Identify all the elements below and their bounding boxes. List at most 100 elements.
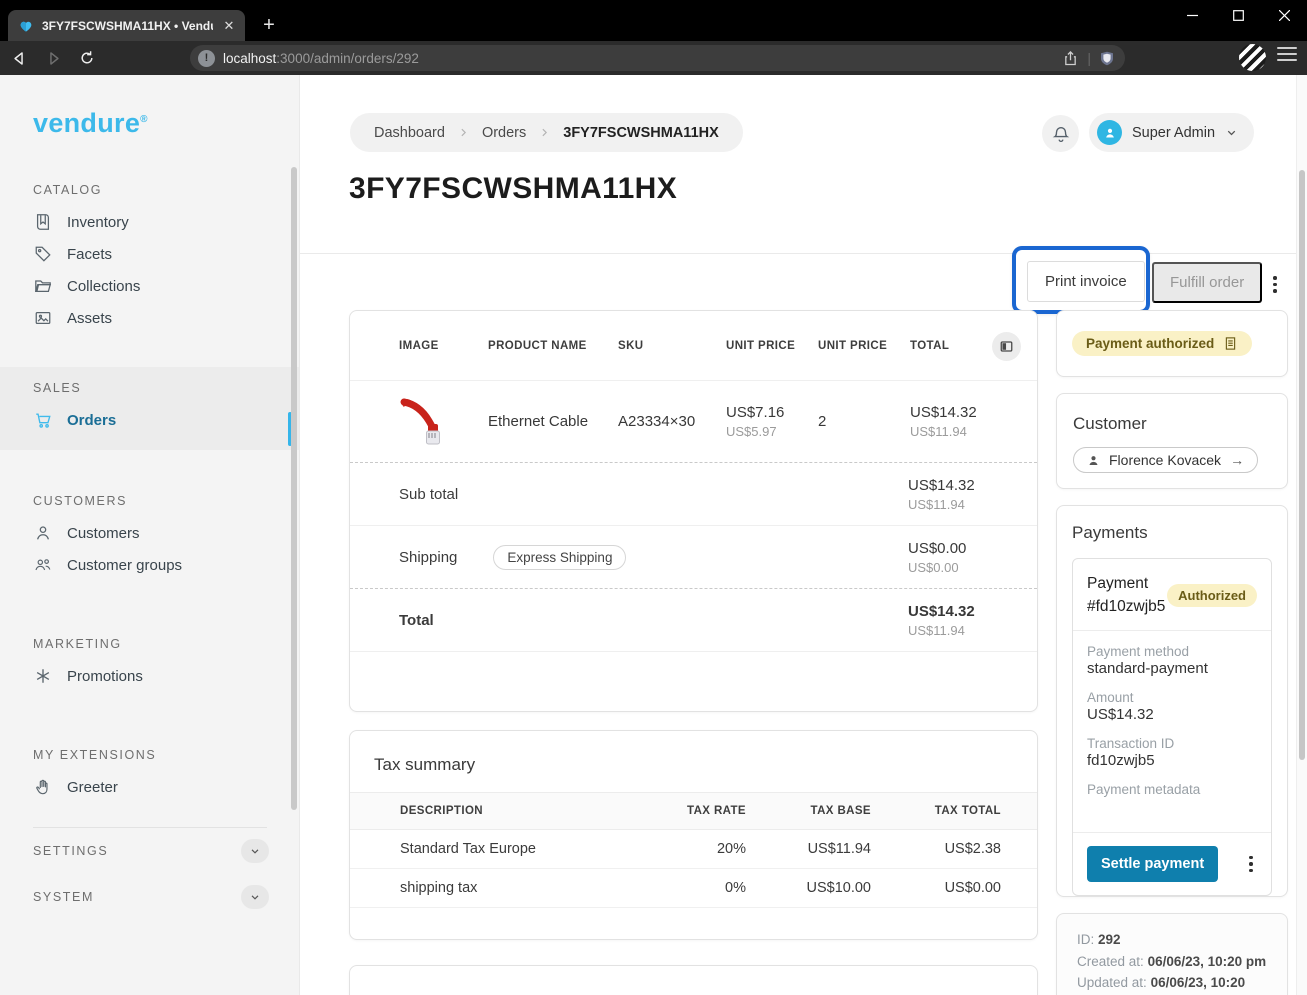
col-header-tax-total: TAX TOTAL	[871, 805, 1001, 817]
subtotal-row: Sub total US$14.32 US$11.94	[350, 463, 1037, 526]
breadcrumb-dashboard[interactable]: Dashboard	[374, 125, 445, 141]
reload-button[interactable]	[72, 44, 102, 72]
payments-card: Payments Payment #fd10zwjb5 Authorized P	[1056, 505, 1288, 897]
sidebar-section-system[interactable]: SYSTEM	[0, 874, 299, 920]
order-actions-kebab-icon[interactable]	[1269, 272, 1281, 297]
breadcrumb-orders[interactable]: Orders	[482, 125, 526, 141]
inventory-icon	[33, 213, 52, 232]
customer-card-title: Customer	[1073, 414, 1271, 434]
total-row: Total US$14.32 US$11.94	[350, 589, 1037, 652]
chevron-down-icon[interactable]	[241, 885, 269, 909]
customer-link[interactable]: Florence Kovacek →	[1073, 447, 1258, 473]
sidebar-scrollbar[interactable]	[291, 167, 297, 810]
share-icon[interactable]	[1062, 50, 1079, 67]
payment-id: #fd10zwjb5	[1087, 595, 1165, 618]
transaction-id-value: fd10zwjb5	[1087, 752, 1257, 770]
tax-description: shipping tax	[400, 880, 621, 896]
site-info-icon[interactable]: !	[198, 50, 215, 67]
sidebar-item-collections[interactable]: Collections	[0, 270, 299, 302]
sidebar-item-inventory[interactable]: Inventory	[0, 206, 299, 238]
sidebar-item-label: Orders	[67, 412, 116, 429]
back-button[interactable]	[4, 44, 34, 72]
amount-value: US$14.32	[1087, 706, 1257, 724]
window-maximize-button[interactable]	[1215, 0, 1261, 31]
chevron-down-icon[interactable]	[241, 839, 269, 863]
sidebar-section-customers: CUSTOMERS Customers Customer groups	[0, 494, 299, 581]
sidebar-item-greeter[interactable]: Greeter	[0, 771, 299, 803]
browser-tab[interactable]: 3FY7FSCWSHMA11HX • Vendure ✕	[8, 10, 245, 41]
order-state-label: Payment authorized	[1086, 336, 1214, 351]
quantity: 2	[818, 413, 910, 430]
fulfill-order-button[interactable]: Fulfill order	[1152, 262, 1262, 303]
browser-menu-icon[interactable]	[1277, 47, 1297, 61]
user-name: Super Admin	[1132, 125, 1215, 141]
sidebar-item-label: Assets	[67, 310, 112, 327]
order-line-row: Ethernet Cable A23334×30 US$7.16 US$5.97…	[350, 381, 1037, 463]
section-label: MY EXTENSIONS	[33, 748, 299, 762]
col-header-sku: SKU	[618, 340, 726, 352]
notifications-button[interactable]	[1042, 115, 1079, 152]
tab-title: 3FY7FSCWSHMA11HX • Vendure	[42, 19, 213, 33]
sidebar-item-customers[interactable]: Customers	[0, 517, 299, 549]
user-avatar	[1097, 120, 1122, 145]
users-icon	[33, 556, 52, 575]
sidebar-item-label: Customer groups	[67, 557, 182, 574]
subtotal-label: Sub total	[399, 486, 908, 503]
payment-metadata-value	[1087, 798, 1257, 816]
tax-row: Standard Tax Europe 20% US$11.94 US$2.38	[350, 830, 1037, 869]
browser-profile-avatar[interactable]	[1239, 44, 1266, 71]
section-label: SALES	[33, 381, 299, 395]
vendure-logo: vendure®	[33, 108, 299, 139]
amount-label: Amount	[1087, 690, 1257, 705]
sidebar-item-promotions[interactable]: Promotions	[0, 660, 299, 692]
total-label: Total	[399, 612, 908, 629]
url-bar[interactable]: ! localhost:3000/admin/orders/292 |	[190, 45, 1125, 71]
tab-close-icon[interactable]: ✕	[221, 18, 237, 34]
sidebar-item-assets[interactable]: Assets	[0, 302, 299, 334]
tax-description: Standard Tax Europe	[400, 841, 621, 857]
order-state-card: Payment authorized	[1056, 310, 1288, 377]
toolbar-separator: |	[1087, 50, 1091, 66]
image-icon	[33, 309, 52, 328]
order-state-badge[interactable]: Payment authorized	[1072, 331, 1252, 356]
brave-shield-icon[interactable]	[1099, 50, 1115, 67]
print-invoice-button[interactable]: Print invoice	[1027, 261, 1145, 302]
id-value: 292	[1098, 932, 1121, 947]
page-scrollbar-thumb[interactable]	[1299, 170, 1305, 760]
sidebar-item-orders[interactable]: Orders	[0, 404, 299, 436]
page-scrollbar[interactable]	[1296, 75, 1307, 995]
sidebar-item-label: Customers	[67, 525, 140, 542]
window-minimize-button[interactable]	[1169, 0, 1215, 31]
transaction-id-label: Transaction ID	[1087, 736, 1257, 751]
col-header-description: DESCRIPTION	[400, 805, 621, 817]
breadcrumb-separator-icon	[458, 127, 469, 138]
tag-icon	[33, 245, 52, 264]
payments-card-title: Payments	[1072, 523, 1272, 543]
tax-summary-card: Tax summary DESCRIPTION TAX RATE TAX BAS…	[349, 730, 1038, 940]
column-picker-button[interactable]	[992, 332, 1021, 361]
user-menu[interactable]: Super Admin	[1089, 113, 1254, 152]
header-divider	[300, 253, 1307, 254]
tax-summary-title: Tax summary	[350, 731, 1037, 775]
sidebar-item-customer-groups[interactable]: Customer groups	[0, 549, 299, 581]
next-card-partial	[349, 965, 1038, 995]
payment-label: Payment	[1087, 572, 1165, 595]
product-image	[399, 395, 453, 449]
window-close-button[interactable]	[1261, 0, 1307, 31]
breadcrumb: Dashboard Orders 3FY7FSCWSHMA11HX	[350, 113, 743, 152]
payment-actions-kebab-icon[interactable]	[1245, 852, 1257, 877]
entity-info-card: ID: 292 Created at: 06/06/23, 10:20 pm U…	[1056, 913, 1288, 995]
settle-payment-button[interactable]: Settle payment	[1087, 846, 1218, 882]
created-at-value: 06/06/23, 10:20 pm	[1148, 954, 1267, 969]
payment-detail: Payment #fd10zwjb5 Authorized Payment me…	[1072, 558, 1272, 896]
sidebar-item-label: Collections	[67, 278, 140, 295]
product-name: Ethernet Cable	[488, 413, 618, 430]
new-tab-button[interactable]: +	[256, 12, 282, 38]
sidebar-item-facets[interactable]: Facets	[0, 238, 299, 270]
created-at-label: Created at:	[1077, 954, 1144, 969]
forward-button[interactable]	[38, 44, 68, 72]
sidebar-item-label: Greeter	[67, 779, 118, 796]
sidebar-section-settings[interactable]: SETTINGS	[0, 828, 299, 874]
id-label: ID:	[1077, 932, 1094, 947]
browser-titlebar: 3FY7FSCWSHMA11HX • Vendure ✕ +	[0, 0, 1307, 41]
